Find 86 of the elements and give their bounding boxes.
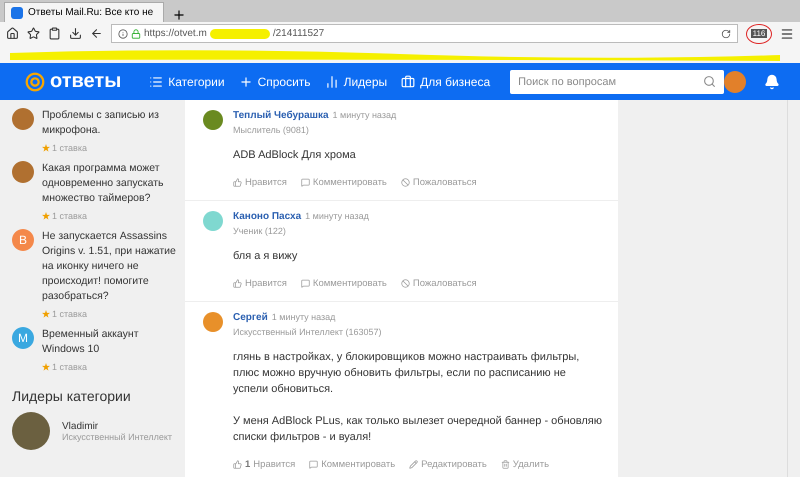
nav-link[interactable]: Спросить bbox=[238, 74, 311, 88]
search-icon bbox=[703, 75, 716, 88]
author-name[interactable]: Каноно Пасха bbox=[233, 211, 302, 222]
timestamp: 1 минуту назад bbox=[272, 312, 336, 322]
url-text: /214111527 bbox=[272, 28, 324, 39]
info-icon bbox=[118, 28, 128, 38]
report-icon bbox=[400, 178, 410, 187]
star-icon bbox=[42, 310, 50, 318]
bets-count: 1 ставка bbox=[42, 211, 177, 221]
star-icon[interactable] bbox=[27, 27, 40, 40]
like-icon bbox=[233, 460, 242, 469]
answer-text: глянь в настройках, у блокировщиков можно настраивать фильтры, плюс можно вручную обновить фильтры, если по расписанию не успели обновиться. bbox=[233, 350, 580, 397]
action-link[interactable]: Комментировать bbox=[309, 459, 396, 470]
lock-icon bbox=[131, 28, 141, 38]
like-icon bbox=[233, 178, 242, 187]
nav-link[interactable]: Для бизнеса bbox=[401, 74, 490, 88]
comment-icon bbox=[309, 460, 318, 469]
action-link[interactable]: Пожаловаться bbox=[400, 278, 477, 289]
question-link[interactable]: Временный аккаунт Windows 10 bbox=[42, 327, 177, 357]
bag-icon bbox=[401, 74, 416, 88]
avatar bbox=[12, 161, 34, 183]
action-link[interactable]: Редактировать bbox=[409, 459, 487, 470]
star-icon bbox=[42, 144, 50, 152]
user-rank: Мыслитель (9081) bbox=[233, 125, 310, 135]
bets-count: 1 ставка bbox=[42, 362, 177, 372]
comment-icon bbox=[300, 279, 310, 288]
count-badge: 116 bbox=[750, 29, 768, 38]
bars-icon bbox=[324, 74, 339, 88]
avatar bbox=[203, 211, 223, 231]
back-icon[interactable] bbox=[90, 27, 103, 40]
bell-icon[interactable] bbox=[764, 74, 780, 90]
search-field[interactable]: Поиск по вопросам bbox=[510, 70, 724, 94]
nav-link[interactable]: Категории bbox=[149, 74, 225, 88]
section-title: Лидеры категории bbox=[12, 388, 132, 404]
new-tab-icon[interactable] bbox=[172, 8, 186, 22]
timestamp: 1 минуту назад bbox=[332, 110, 396, 120]
question-link[interactable]: Не запускается Assassins Origins v. 1.51, при нажатие на иконку ничего не происходит! помогите разобраться? bbox=[42, 229, 177, 304]
action-link[interactable]: Комментировать bbox=[300, 177, 387, 188]
answer-text: У меня AdBlock PLus, как только вылезет очередной баннер - обновляю списки фильтров - и вуаля! bbox=[233, 414, 602, 445]
url-text: https://otvet.m bbox=[144, 28, 207, 39]
avatar bbox=[12, 412, 50, 450]
address-bar[interactable]: https://otvet.m /214111527 bbox=[111, 24, 738, 43]
user-rank: Искусственный Интеллект (163057) bbox=[233, 327, 383, 337]
leader-name[interactable]: Vladimir bbox=[62, 420, 172, 432]
letter-avatar: М bbox=[12, 327, 34, 349]
leader-rank: Искусственный Интеллект bbox=[62, 432, 172, 442]
home-icon[interactable] bbox=[6, 27, 19, 40]
action-link[interactable]: Нравится bbox=[233, 177, 287, 188]
author-name[interactable]: Теплый Чебурашка bbox=[233, 110, 329, 121]
delete-icon bbox=[500, 460, 510, 469]
report-icon bbox=[400, 279, 410, 288]
timestamp: 1 минуту назад bbox=[305, 211, 369, 221]
like-icon bbox=[233, 279, 242, 288]
site-logo[interactable]: ответы bbox=[24, 70, 122, 93]
user-rank: Ученик (122) bbox=[233, 226, 287, 236]
answer-text: бля а я вижу bbox=[233, 249, 298, 264]
star-icon bbox=[42, 363, 50, 371]
nav-link[interactable]: Лидеры bbox=[324, 74, 388, 88]
site-icon bbox=[11, 6, 23, 18]
menu-icon[interactable] bbox=[780, 26, 794, 40]
list-icon bbox=[149, 74, 164, 88]
edit-icon bbox=[409, 460, 418, 469]
action-link[interactable]: Нравится bbox=[233, 278, 287, 289]
reload-icon[interactable] bbox=[721, 28, 731, 38]
action-link[interactable]: Пожаловаться bbox=[400, 177, 477, 188]
question-link[interactable]: Проблемы с записью из микрофона. bbox=[42, 108, 177, 138]
star-icon bbox=[42, 212, 50, 220]
download-icon[interactable] bbox=[69, 27, 82, 40]
bets-count: 1 ставка bbox=[42, 309, 177, 319]
action-link[interactable]: 1 Нравится bbox=[233, 459, 296, 470]
clipboard-icon[interactable] bbox=[48, 27, 61, 40]
redaction-scribble bbox=[210, 28, 270, 38]
action-link[interactable]: Удалить bbox=[500, 459, 550, 470]
comment-icon bbox=[300, 178, 310, 187]
question-link[interactable]: Какая программа может одновременно запускать множество таймеров? bbox=[42, 161, 177, 206]
extension-button[interactable]: 116 bbox=[746, 24, 772, 44]
browser-tab[interactable]: Ответы Mail.Ru: Все кто не bbox=[4, 2, 164, 22]
avatar bbox=[203, 110, 223, 130]
bets-count: 1 ставка bbox=[42, 143, 177, 153]
author-name[interactable]: Сергей bbox=[233, 312, 268, 323]
avatar bbox=[12, 108, 34, 130]
letter-avatar: В bbox=[12, 229, 34, 251]
avatar bbox=[203, 312, 223, 332]
answer-text: ADB AdBlock Для хрома bbox=[233, 148, 357, 163]
plus-icon bbox=[238, 74, 253, 88]
action-link[interactable]: Комментировать bbox=[300, 278, 387, 289]
